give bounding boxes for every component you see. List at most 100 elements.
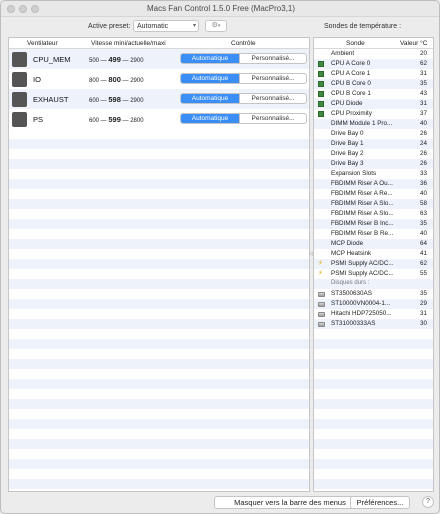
disk-value: 30 — [419, 320, 427, 327]
sensor-row[interactable]: Drive Bay 1 24 — [314, 139, 433, 149]
preset-gear-button[interactable]: ⚙▾ — [205, 20, 227, 32]
sensor-row[interactable]: CPU B Core 1 43 — [314, 89, 433, 99]
disk-value: 29 — [419, 300, 427, 307]
sensor-row[interactable]: DIMM Module 1 Pro... 40 — [314, 119, 433, 129]
toolbar: Active preset: Automatic ▾ ⚙▾ Sondes de … — [1, 19, 439, 35]
hide-to-menubar-button[interactable]: Masquer vers la barre des menus — [214, 496, 366, 509]
sensor-value: 43 — [419, 90, 427, 97]
fan-max-speed: 2900 — [130, 58, 144, 64]
sensor-row[interactable]: FBDIMM Riser A Slo... 58 — [314, 199, 433, 209]
fan-row: EXHAUST 600 — 598 — 2900 Automatique Person… — [9, 89, 309, 109]
sensor-row[interactable]: FBDIMM Riser B Re... 40 — [314, 229, 433, 239]
sensors-table-body: Ambient 20 CPU A Core 0 62 CPU A Core 1 31 CPU… — [314, 49, 433, 491]
preset-value: Automatic — [137, 23, 169, 30]
disk-row[interactable]: ST31000333AS 30 — [314, 319, 433, 329]
sensor-value: 40 — [419, 120, 427, 127]
sensor-row[interactable]: Drive Bay 2 26 — [314, 149, 433, 159]
sensor-row[interactable]: MCP Heatsink 41 — [314, 249, 433, 259]
sensor-name: MCP Heatsink — [331, 250, 372, 257]
disk-row[interactable]: Hitachi HDP725050... 31 — [314, 309, 433, 319]
col-sensor-header[interactable]: Sonde — [346, 40, 365, 47]
fan-min-speed: 600 — [89, 118, 100, 124]
disk-row[interactable]: ST3500630AS 35 — [314, 289, 433, 299]
sensor-name: CPU A Core 1 — [331, 70, 371, 77]
fans-panel: Ventilateur Vitesse mini/actuelle/maxi C… — [8, 37, 310, 492]
chip-icon — [318, 71, 324, 77]
sensor-value: 20 — [419, 50, 427, 57]
col-control-header[interactable]: Contrôle — [231, 40, 256, 47]
sensor-row[interactable]: CPU Diode 31 — [314, 99, 433, 109]
preset-select[interactable]: Automatic ▾ — [133, 20, 199, 32]
sensor-value: 62 — [419, 260, 427, 267]
hard-drive-icon — [318, 302, 325, 307]
fans-table-header: Ventilateur Vitesse mini/actuelle/maxi C… — [9, 38, 309, 49]
fan-row: CPU_MEM 500 — 499 — 2900 Automatique Person… — [9, 49, 309, 69]
fan-speeds: 600 — 599 — 2800 — [89, 115, 144, 124]
fan-icon — [12, 72, 27, 87]
fan-max-speed: 2900 — [130, 78, 144, 84]
lightning-icon: ⚡ — [318, 270, 323, 277]
sensor-row[interactable]: CPU A Core 1 31 — [314, 69, 433, 79]
sensor-name: Drive Bay 3 — [331, 160, 364, 167]
auto-button[interactable]: Automatique — [181, 54, 239, 63]
sensor-value: 33 — [419, 170, 427, 177]
sensor-name: CPU Proximity — [331, 110, 372, 117]
sensor-value: 24 — [419, 140, 427, 147]
fan-name: CPU_MEM — [33, 55, 71, 64]
col-fan-header[interactable]: Ventilateur — [27, 40, 58, 47]
fan-name: EXHAUST — [33, 95, 69, 104]
col-speed-header[interactable]: Vitesse mini/actuelle/maxi — [91, 40, 166, 47]
sensor-name: FBDIMM Riser A Slo... — [331, 200, 394, 207]
fan-name: PS — [33, 115, 44, 124]
col-value-header[interactable]: Valeur °C — [400, 40, 427, 47]
sensor-row[interactable]: Expansion Slots 33 — [314, 169, 433, 179]
sensor-row[interactable]: FBDIMM Riser B Inc... 35 — [314, 219, 433, 229]
custom-button[interactable]: Personnalisé... — [239, 94, 306, 103]
disks-section-label: Disques durs : — [331, 280, 370, 286]
sensor-row[interactable]: ⚡ PSMI Supply AC/DC... 62 — [314, 259, 433, 269]
auto-button[interactable]: Automatique — [181, 114, 239, 123]
sensor-name: MCP Diode — [331, 240, 364, 247]
sensor-row[interactable]: Drive Bay 3 26 — [314, 159, 433, 169]
sensor-value: 35 — [419, 80, 427, 87]
sensor-name: FBDIMM Riser B Inc... — [331, 220, 394, 227]
disk-row[interactable]: ST10000VN0004-1... 29 — [314, 299, 433, 309]
auto-button[interactable]: Automatique — [181, 74, 239, 83]
fan-speeds: 800 — 800 — 2900 — [89, 75, 144, 84]
fan-row: IO 800 — 800 — 2900 Automatique Personnalis… — [9, 69, 309, 89]
fan-current-speed: 599 — [108, 115, 121, 124]
sensor-row[interactable]: CPU B Core 0 35 — [314, 79, 433, 89]
custom-button[interactable]: Personnalisé... — [239, 74, 306, 83]
sensor-value: 64 — [419, 240, 427, 247]
sensor-row[interactable]: CPU Proximity 37 — [314, 109, 433, 119]
sensor-row[interactable]: Ambient 20 — [314, 49, 433, 59]
hard-drive-icon — [318, 292, 325, 297]
fan-control-segmented: Automatique Personnalisé... — [180, 73, 307, 84]
app-window: Macs Fan Control 1.5.0 Free (MacPro3,1) … — [0, 0, 440, 514]
sensor-name: FBDIMM Riser A Slo... — [331, 210, 394, 217]
fans-table-body: CPU_MEM 500 — 499 — 2900 Automatique Person… — [9, 49, 309, 491]
sensor-row[interactable]: ⚡ PSMI Supply AC/DC... 55 — [314, 269, 433, 279]
sensor-value: 55 — [419, 270, 427, 277]
custom-button[interactable]: Personnalisé... — [239, 114, 306, 123]
sensor-name: PSMI Supply AC/DC... — [331, 260, 394, 267]
fan-control-segmented: Automatique Personnalisé... — [180, 53, 307, 64]
custom-button[interactable]: Personnalisé... — [239, 54, 306, 63]
fan-control-segmented: Automatique Personnalisé... — [180, 93, 307, 104]
sensor-row[interactable]: Drive Bay 0 26 — [314, 129, 433, 139]
hard-drive-icon — [318, 312, 325, 317]
fan-max-speed: 2900 — [130, 98, 144, 104]
help-button[interactable]: ? — [422, 496, 434, 508]
preferences-button[interactable]: Préférences... — [350, 496, 410, 509]
chip-icon — [318, 101, 324, 107]
sensor-row[interactable]: MCP Diode 64 — [314, 239, 433, 249]
sensor-row[interactable]: FBDIMM Riser A Re... 40 — [314, 189, 433, 199]
sensor-row[interactable]: CPU A Core 0 62 — [314, 59, 433, 69]
sensor-row[interactable]: FBDIMM Riser A Ou... 36 — [314, 179, 433, 189]
fan-icon — [12, 112, 27, 127]
auto-button[interactable]: Automatique — [181, 94, 239, 103]
fan-icon — [12, 92, 27, 107]
fan-min-speed: 500 — [89, 58, 100, 64]
sensor-name: CPU A Core 0 — [331, 60, 371, 67]
sensor-row[interactable]: FBDIMM Riser A Slo... 63 — [314, 209, 433, 219]
